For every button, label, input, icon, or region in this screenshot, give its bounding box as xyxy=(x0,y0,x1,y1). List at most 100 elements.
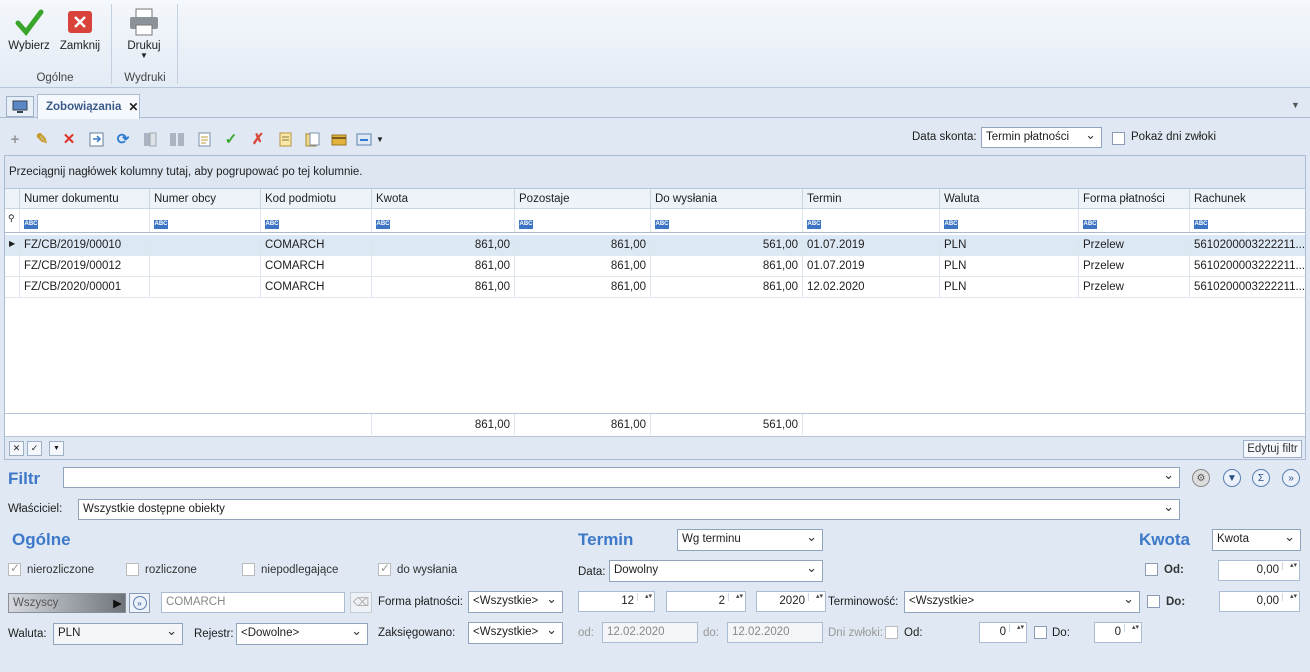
cell-forma-platnosci: Przelew xyxy=(1079,235,1190,255)
note-icon[interactable] xyxy=(274,128,296,150)
text-filter-icon: ABC xyxy=(154,220,168,229)
term-mode-select[interactable]: Wg terminu xyxy=(677,529,823,551)
col-header-kod-podmiotu[interactable]: Kod podmiotu xyxy=(261,189,372,208)
tab-title: Zobowiązania xyxy=(46,101,122,113)
col-header-termin[interactable]: Termin xyxy=(803,189,940,208)
amount-from-checkbox[interactable] xyxy=(1145,563,1158,576)
group-by-panel[interactable]: Przeciągnij nagłówek kolumny tutaj, aby … xyxy=(5,156,1305,189)
col-header-do-wyslania[interactable]: Do wysłania xyxy=(651,189,803,208)
overdue-from-spinner[interactable]: 0 xyxy=(979,622,1027,643)
col-header-waluta[interactable]: Waluta xyxy=(940,189,1079,208)
delete-icon[interactable]: ✕ xyxy=(58,128,80,150)
print-button[interactable]: Drukuj ▼ xyxy=(121,4,167,60)
add-icon[interactable]: + xyxy=(4,128,26,150)
subject-expand-button[interactable]: » xyxy=(129,593,150,613)
export-icon[interactable] xyxy=(85,128,107,150)
text-filter-icon: ABC xyxy=(944,220,958,229)
filter-cell[interactable]: ABC xyxy=(261,209,372,232)
funnel-icon[interactable]: ▼ xyxy=(1223,469,1241,487)
filter-cell[interactable]: ABC xyxy=(803,209,940,232)
approve-icon[interactable]: ✓ xyxy=(220,128,242,150)
refresh-icon[interactable]: ⟳ xyxy=(112,128,134,150)
filter-expression-input[interactable] xyxy=(63,467,1180,488)
col-header-kwota[interactable]: Kwota xyxy=(372,189,515,208)
table-row[interactable]: ▶ FZ/CB/2019/00010 COMARCH 861,00 861,00… xyxy=(5,235,1305,256)
amount-mode-select[interactable]: Kwota xyxy=(1212,529,1301,551)
filter-cell[interactable]: ABC xyxy=(372,209,515,232)
col-header-numer-obcy[interactable]: Numer obcy xyxy=(150,189,261,208)
subject-type-select[interactable]: Wszyscy ▶ xyxy=(8,593,126,613)
col-header-pozostaje[interactable]: Pozostaje xyxy=(515,189,651,208)
grid-toolbar: + ✎ ✕ ⟳ ✓ ✗ ▼ xyxy=(4,124,1306,154)
ledger-icon[interactable] xyxy=(301,128,323,150)
filter-history-dropdown-icon[interactable]: ▼ xyxy=(49,441,64,456)
discount-date-select[interactable]: Termin płatności xyxy=(981,127,1102,148)
posted-select[interactable]: <Wszystkie> xyxy=(468,622,563,644)
date-select[interactable]: Dowolny xyxy=(609,560,823,582)
clear-filter-icon[interactable]: ✕ xyxy=(9,441,24,456)
amount-to-spinner[interactable]: 0,00 xyxy=(1219,591,1300,612)
table-row[interactable]: FZ/CB/2020/00001 COMARCH 861,00 861,00 8… xyxy=(5,277,1305,298)
year-spinner[interactable]: 2020 xyxy=(756,591,826,612)
expand-icon[interactable]: » xyxy=(1282,469,1300,487)
cell-numer-dokumentu: FZ/CB/2019/00012 xyxy=(20,256,150,276)
tab-menu-icon[interactable]: ▼ xyxy=(1291,100,1300,110)
payment-icon[interactable] xyxy=(328,128,350,150)
filter-cell[interactable]: ABC xyxy=(651,209,803,232)
amount-from-spinner[interactable]: 0,00 xyxy=(1218,560,1300,581)
to-date-input[interactable]: 12.02.2020 xyxy=(727,622,823,643)
table-row[interactable]: FZ/CB/2019/00012 COMARCH 861,00 861,00 8… xyxy=(5,256,1305,277)
compensate-icon[interactable] xyxy=(139,128,161,150)
filter-cell[interactable]: ABC xyxy=(515,209,651,232)
payment-form-select[interactable]: <Wszystkie> xyxy=(468,591,563,613)
sigma-icon[interactable]: Σ xyxy=(1252,469,1270,487)
amount-section-title: Kwota xyxy=(1139,530,1190,549)
filter-cell[interactable]: ABC xyxy=(1079,209,1190,232)
to-send-checkbox[interactable] xyxy=(378,561,391,576)
ribbon xyxy=(0,0,1310,88)
col-header-numer-dokumentu[interactable]: Numer dokumentu xyxy=(20,189,150,208)
month-spinner[interactable]: 12 xyxy=(578,591,655,612)
clear-subject-icon[interactable]: ⌫ xyxy=(350,592,372,613)
timeliness-select[interactable]: <Wszystkie> xyxy=(904,591,1140,613)
filter-cell[interactable]: ABC xyxy=(20,209,150,232)
settled-checkbox[interactable] xyxy=(126,563,139,576)
col-header-rachunek[interactable]: Rachunek xyxy=(1190,189,1305,208)
owner-select[interactable]: Wszystkie dostępne obiekty xyxy=(78,499,1180,520)
filter-title: Filtr xyxy=(8,469,41,488)
filter-cell[interactable]: ABC xyxy=(940,209,1079,232)
amount-to-checkbox[interactable] xyxy=(1147,595,1160,608)
currency-select[interactable]: PLN xyxy=(53,623,183,645)
split-icon[interactable] xyxy=(166,128,188,150)
posted-label: Zaksięgowano: xyxy=(378,627,456,639)
register-select[interactable]: <Dowolne> xyxy=(236,623,368,645)
subject-code-input[interactable]: COMARCH xyxy=(161,592,345,613)
amount-to-label: Do: xyxy=(1166,596,1186,608)
cell-kwota: 861,00 xyxy=(372,256,515,276)
overdue-to-spinner[interactable]: 0 xyxy=(1094,622,1142,643)
overdue-to-checkbox[interactable] xyxy=(1034,626,1047,639)
gear-icon[interactable]: ⚙ xyxy=(1192,469,1210,487)
enable-filter-checkbox[interactable]: ✓ xyxy=(27,441,42,456)
exempt-checkbox[interactable] xyxy=(242,563,255,576)
from-date-input[interactable]: 12.02.2020 xyxy=(602,622,698,643)
document-icon[interactable] xyxy=(193,128,215,150)
filter-cell[interactable]: ABC xyxy=(150,209,261,232)
col-header-forma-platnosci[interactable]: Forma płatności xyxy=(1079,189,1190,208)
show-overdue-checkbox[interactable] xyxy=(1112,132,1125,145)
overdue-checkbox[interactable] xyxy=(885,626,898,639)
select-button[interactable]: Wybierz xyxy=(7,4,51,52)
filter-cell[interactable]: ABC xyxy=(1190,209,1305,232)
cell-do-wyslania: 561,00 xyxy=(651,235,803,255)
unsettled-checkbox[interactable] xyxy=(8,561,21,576)
tab-zobowiazania[interactable]: Zobowiązania ✕ xyxy=(37,94,140,119)
close-button[interactable]: Zamknij xyxy=(57,4,103,52)
desktop-icon[interactable] xyxy=(6,96,34,117)
edit-filter-button[interactable]: Edytuj filtr xyxy=(1243,440,1302,458)
day-spinner[interactable]: 2 xyxy=(666,591,746,612)
transfer-icon[interactable]: ▼ xyxy=(355,128,385,150)
print-dropdown-icon[interactable]: ▼ xyxy=(140,52,148,60)
tab-close-icon[interactable]: ✕ xyxy=(128,100,138,114)
unapprove-icon[interactable]: ✗ xyxy=(247,128,269,150)
wrench-icon[interactable]: ✎ xyxy=(31,128,53,150)
